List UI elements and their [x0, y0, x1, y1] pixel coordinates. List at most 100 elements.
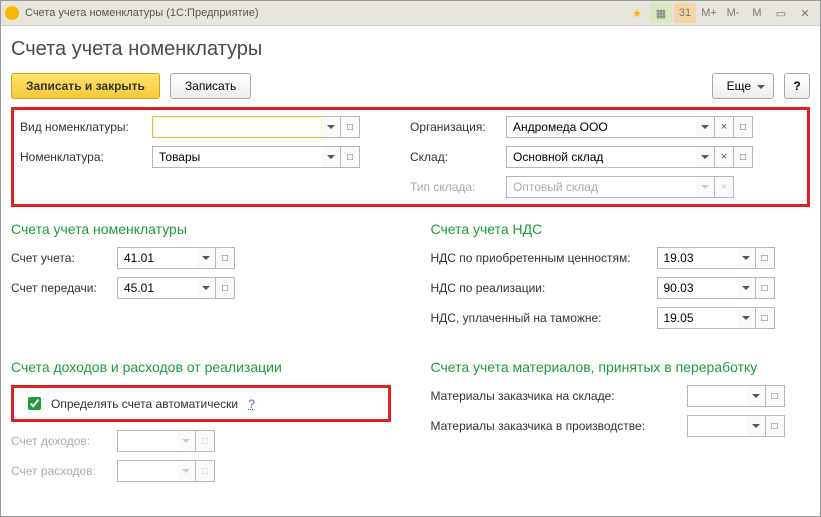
save-button[interactable]: Записать — [170, 73, 251, 99]
auto-help-icon[interactable]: ? — [248, 397, 255, 411]
dropdown-icon[interactable] — [737, 307, 756, 329]
open-icon[interactable]: □ — [341, 146, 360, 168]
dropdown-icon[interactable] — [197, 247, 216, 269]
open-icon[interactable]: □ — [766, 415, 785, 437]
acct-input[interactable] — [117, 247, 197, 269]
open-icon[interactable]: □ — [734, 146, 753, 168]
expense-field: □ — [117, 460, 215, 482]
mat-stock-input[interactable] — [687, 385, 747, 407]
more-button[interactable]: Еще — [712, 73, 774, 99]
dropdown-icon[interactable] — [747, 385, 766, 407]
dropdown-icon — [696, 176, 715, 198]
nomen-label: Номенклатура: — [20, 150, 146, 164]
dropdown-icon[interactable] — [737, 277, 756, 299]
calculator-icon[interactable]: ▦ — [650, 3, 672, 23]
close-icon[interactable]: ✕ — [794, 3, 816, 23]
highlight-box-auto: Определять счета автоматически ? — [11, 385, 391, 422]
open-icon: □ — [196, 460, 215, 482]
vat-customs-label: НДС, уплаченный на таможне: — [431, 311, 651, 325]
dropdown-icon[interactable] — [696, 116, 715, 138]
vat-purch-label: НДС по приобретенным ценностям: — [431, 251, 651, 265]
type-label: Вид номенклатуры: — [20, 120, 146, 134]
auto-checkbox[interactable] — [28, 397, 41, 410]
dropdown-icon — [177, 460, 196, 482]
open-icon[interactable]: □ — [756, 307, 775, 329]
vat-sales-field[interactable]: □ — [657, 277, 775, 299]
open-icon[interactable]: □ — [341, 116, 360, 138]
auto-label: Определять счета автоматически — [51, 397, 238, 411]
favorite-icon[interactable]: ★ — [626, 3, 648, 23]
col-left: Счета учета номенклатуры Счет учета: □ С… — [11, 213, 391, 490]
columns: Счета учета номенклатуры Счет учета: □ С… — [11, 213, 810, 490]
auto-checkbox-row[interactable]: Определять счета автоматически ? — [20, 390, 382, 417]
expense-input — [117, 460, 177, 482]
wtype-input — [506, 176, 696, 198]
type-field[interactable]: □ — [152, 116, 360, 138]
col-right: Счета учета НДС НДС по приобретенным цен… — [431, 213, 811, 490]
open-icon[interactable]: □ — [756, 247, 775, 269]
transfer-input[interactable] — [117, 277, 197, 299]
open-icon[interactable]: □ — [216, 247, 235, 269]
wh-field[interactable]: × □ — [506, 146, 753, 168]
clear-icon[interactable]: × — [715, 116, 734, 138]
open-icon[interactable]: □ — [734, 116, 753, 138]
highlight-box-top: Вид номенклатуры: □ Организация: × □ — [11, 107, 810, 207]
income-input — [117, 430, 177, 452]
dropdown-icon[interactable] — [322, 146, 341, 168]
toolbar: Записать и закрыть Записать Еще ? — [11, 73, 810, 99]
org-label: Организация: — [410, 120, 500, 134]
section-income: Счета доходов и расходов от реализации — [11, 359, 391, 375]
vat-sales-label: НДС по реализации: — [431, 281, 651, 295]
acct-field[interactable]: □ — [117, 247, 235, 269]
m-recall-icon[interactable]: M — [746, 3, 768, 23]
dropdown-icon[interactable] — [737, 247, 756, 269]
wh-input[interactable] — [506, 146, 696, 168]
open-icon[interactable]: □ — [756, 277, 775, 299]
mat-stock-field[interactable]: □ — [687, 385, 785, 407]
org-input[interactable] — [506, 116, 696, 138]
open-icon[interactable]: □ — [216, 277, 235, 299]
transfer-label: Счет передачи: — [11, 281, 111, 295]
section-accounts: Счета учета номенклатуры — [11, 221, 391, 237]
dropdown-icon[interactable] — [322, 116, 341, 138]
page-title: Счета учета номенклатуры — [11, 38, 810, 61]
mat-prod-field[interactable]: □ — [687, 415, 785, 437]
section-materials: Счета учета материалов, принятых в перер… — [431, 359, 811, 375]
calendar-icon[interactable]: 31 — [674, 3, 696, 23]
vat-purch-input[interactable] — [657, 247, 737, 269]
vat-purch-field[interactable]: □ — [657, 247, 775, 269]
dropdown-icon[interactable] — [696, 146, 715, 168]
clear-icon[interactable]: × — [715, 146, 734, 168]
content: Счета учета номенклатуры Записать и закр… — [1, 26, 820, 516]
type-input[interactable] — [152, 116, 322, 138]
wh-label: Склад: — [410, 150, 500, 164]
open-icon: □ — [196, 430, 215, 452]
vat-sales-input[interactable] — [657, 277, 737, 299]
dropdown-icon — [177, 430, 196, 452]
minimize-icon[interactable]: ▭ — [770, 3, 792, 23]
nomen-input[interactable] — [152, 146, 322, 168]
mat-stock-label: Материалы заказчика на складе: — [431, 389, 681, 403]
titlebar: Счета учета номенклатуры (1С:Предприятие… — [1, 1, 820, 26]
save-close-button[interactable]: Записать и закрыть — [11, 73, 160, 99]
vat-customs-input[interactable] — [657, 307, 737, 329]
help-button[interactable]: ? — [784, 73, 810, 99]
dropdown-icon[interactable] — [747, 415, 766, 437]
income-label: Счет доходов: — [11, 434, 111, 448]
mat-prod-input[interactable] — [687, 415, 747, 437]
open-icon[interactable]: □ — [766, 385, 785, 407]
section-vat: Счета учета НДС — [431, 221, 811, 237]
transfer-field[interactable]: □ — [117, 277, 235, 299]
acct-label: Счет учета: — [11, 251, 111, 265]
dropdown-icon[interactable] — [197, 277, 216, 299]
wtype-label: Тип склада: — [410, 180, 500, 194]
window-title: Счета учета номенклатуры (1С:Предприятие… — [25, 7, 624, 19]
m-minus-icon[interactable]: M- — [722, 3, 744, 23]
nomen-field[interactable]: □ — [152, 146, 360, 168]
vat-customs-field[interactable]: □ — [657, 307, 775, 329]
m-plus-icon[interactable]: M+ — [698, 3, 720, 23]
app-icon — [5, 6, 19, 20]
mat-prod-label: Материалы заказчика в производстве: — [431, 419, 681, 433]
org-field[interactable]: × □ — [506, 116, 753, 138]
app-window: Счета учета номенклатуры (1С:Предприятие… — [0, 0, 821, 517]
